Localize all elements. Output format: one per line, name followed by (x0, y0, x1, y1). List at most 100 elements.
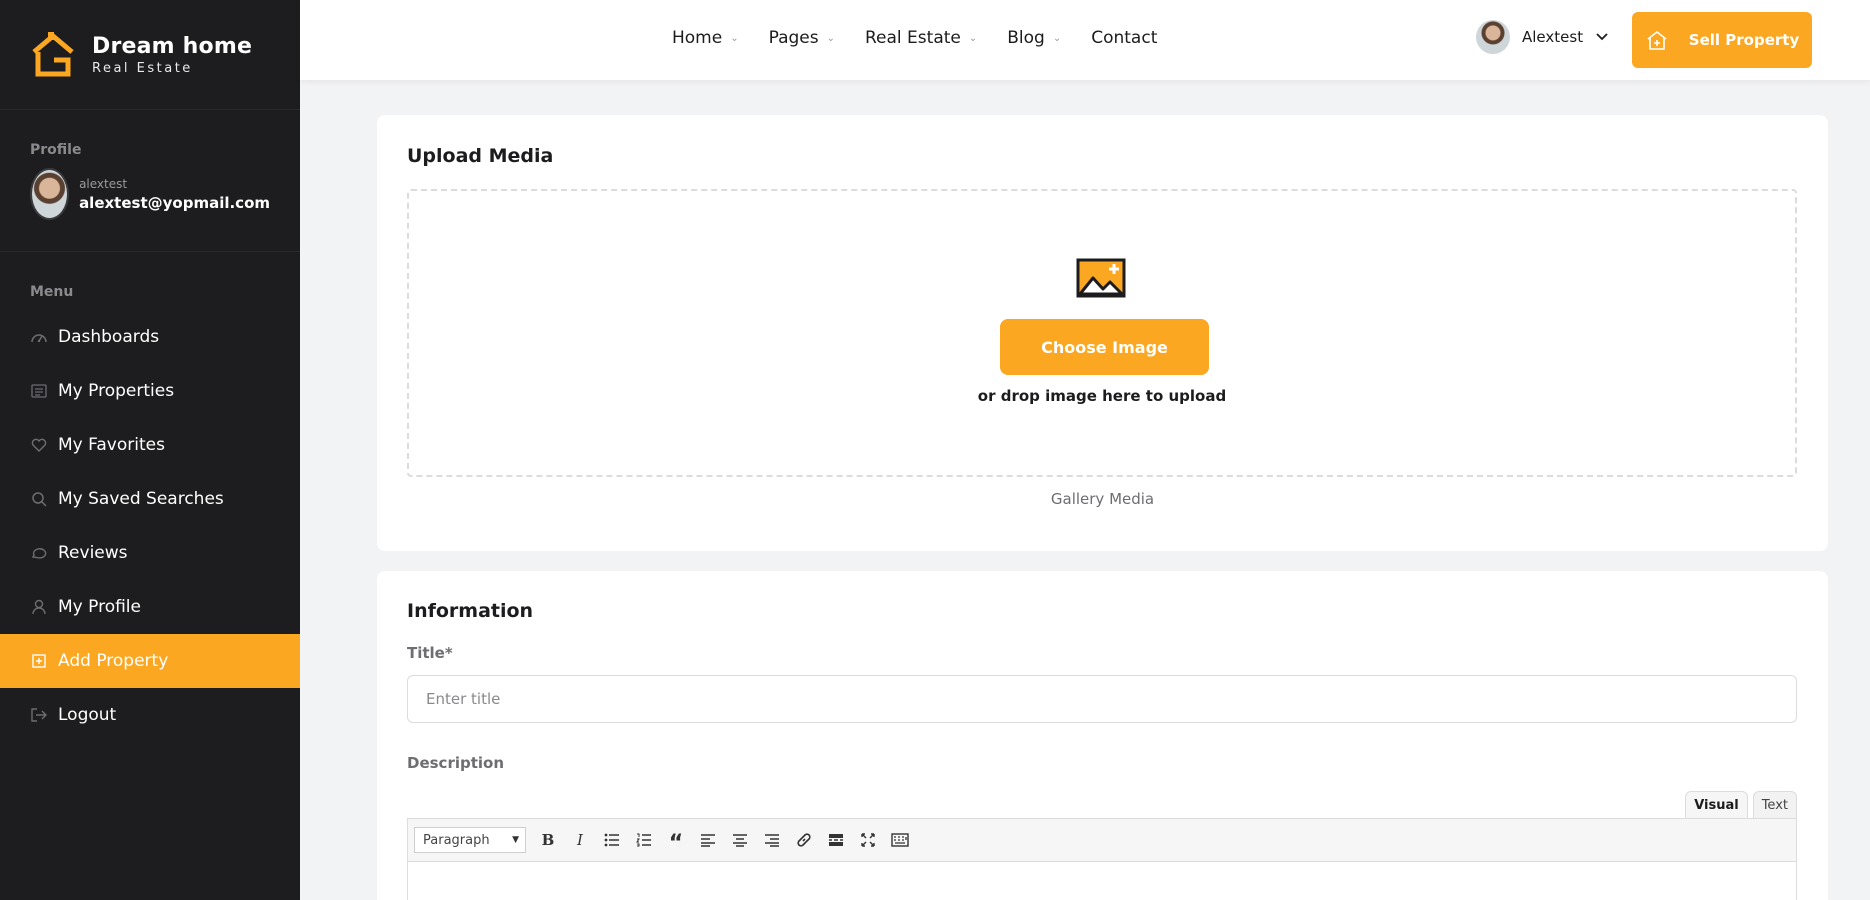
title-input[interactable] (407, 675, 1797, 723)
nav-item-pages[interactable]: Pages ⌄ (769, 28, 835, 48)
top-header: Home ⌄ Pages ⌄ Real Estate ⌄ Blog ⌄ Cont… (300, 0, 1870, 80)
align-center-icon (733, 834, 747, 847)
editor-toolbar: Paragraph ▼ B I “ (407, 818, 1797, 862)
avatar (1476, 20, 1510, 54)
house-plus-icon (1647, 30, 1667, 50)
choose-image-button[interactable]: Choose Image (1000, 319, 1209, 375)
chevron-down-icon: ⌄ (730, 32, 739, 44)
image-dropzone[interactable]: Choose Image or drop image here to uploa… (407, 189, 1797, 477)
profile-email: alextest@yopmail.com (79, 193, 270, 212)
format-select[interactable]: Paragraph ▼ (414, 827, 526, 853)
user-icon (30, 598, 48, 616)
sell-property-label: Sell Property (1688, 31, 1800, 49)
profile-username: alextest (79, 176, 128, 191)
nav-item-real-estate[interactable]: Real Estate ⌄ (865, 28, 977, 48)
keyboard-icon (891, 833, 909, 847)
chevron-down-icon: ⌄ (826, 32, 835, 44)
sidebar-item-label: Dashboards (58, 327, 160, 347)
italic-button[interactable]: I (564, 825, 596, 855)
bold-button[interactable]: B (532, 825, 564, 855)
blockquote-icon: “ (668, 831, 684, 856)
link-icon (797, 833, 811, 847)
brand-tagline: Real Estate (92, 60, 193, 76)
align-right-button[interactable] (756, 825, 788, 855)
sidebar-item-my-favorites[interactable]: My Favorites (0, 418, 300, 472)
sidebar: Dream home Real Estate Profile alextest … (0, 0, 300, 900)
read-more-button[interactable] (820, 825, 852, 855)
sidebar-item-label: My Profile (58, 597, 141, 617)
tab-visual[interactable]: Visual (1685, 791, 1748, 819)
information-card: Information Title* Description Visual Te… (377, 571, 1828, 900)
sidebar-item-label: Logout (58, 705, 117, 725)
chevron-down-icon: ⌄ (1052, 32, 1062, 44)
nav-item-blog[interactable]: Blog ⌄ (1007, 28, 1061, 48)
description-editor[interactable] (407, 862, 1797, 900)
sidebar-profile: Profile alextest alextest@yopmail.com (0, 110, 300, 252)
sidebar-item-my-properties[interactable]: My Properties (0, 364, 300, 418)
align-center-button[interactable] (724, 825, 756, 855)
bullet-list-button[interactable] (596, 825, 628, 855)
brand-name: Dream home (92, 33, 253, 59)
gallery-media-label: Gallery Media (1050, 490, 1155, 508)
sidebar-item-reviews[interactable]: Reviews (0, 526, 300, 580)
editor-tabs: Visual Text (1680, 791, 1797, 819)
dashboard-icon (30, 328, 48, 346)
bold-icon: B (541, 831, 555, 849)
sidebar-item-label: My Favorites (58, 435, 165, 455)
upload-media-card: Upload Media Choose Image or drop image … (377, 115, 1828, 551)
sidebar-item-label: Reviews (58, 543, 128, 563)
main-nav: Home ⌄ Pages ⌄ Real Estate ⌄ Blog ⌄ Cont… (672, 28, 1187, 48)
nav-item-label: Real Estate (865, 28, 961, 48)
profile-section-label: Profile (30, 142, 82, 158)
drop-hint: or drop image here to upload (977, 387, 1227, 405)
blockquote-button[interactable]: “ (660, 825, 692, 855)
sidebar-item-label: Add Property (58, 651, 169, 671)
sidebar-item-label: My Properties (58, 381, 175, 401)
description-field-label: Description (407, 754, 505, 772)
sidebar-item-label: My Saved Searches (58, 489, 224, 509)
brand[interactable]: Dream home Real Estate (0, 0, 300, 110)
toolbar-toggle-button[interactable] (884, 825, 916, 855)
italic-icon: I (577, 831, 583, 849)
tab-text[interactable]: Text (1752, 791, 1797, 819)
nav-item-label: Home (672, 28, 723, 48)
heart-icon (30, 436, 48, 454)
chevron-down-icon: ⌄ (968, 32, 978, 44)
fullscreen-button[interactable] (852, 825, 884, 855)
list-icon (30, 382, 48, 400)
nav-item-label: Contact (1091, 28, 1158, 48)
sidebar-item-my-saved-searches[interactable]: My Saved Searches (0, 472, 300, 526)
sidebar-item-dashboards[interactable]: Dashboards (0, 310, 300, 364)
information-title: Information (407, 600, 534, 622)
nav-item-contact[interactable]: Contact (1091, 28, 1157, 48)
align-right-icon (765, 834, 779, 847)
format-select-value: Paragraph (423, 832, 490, 848)
nav-item-label: Blog (1007, 28, 1045, 48)
sidebar-item-add-property[interactable]: Add Property (0, 634, 300, 688)
nav-item-home[interactable]: Home ⌄ (672, 28, 739, 48)
avatar[interactable] (30, 168, 70, 220)
link-button[interactable] (788, 825, 820, 855)
align-left-button[interactable] (692, 825, 724, 855)
plus-square-icon (30, 652, 48, 670)
sidebar-item-logout[interactable]: Logout (0, 688, 300, 742)
house-logo-icon (32, 31, 74, 76)
numbered-list-button[interactable] (628, 825, 660, 855)
title-field-label: Title* (407, 644, 453, 662)
numbered-list-icon (636, 833, 651, 847)
image-add-icon (1076, 258, 1126, 298)
user-name: Alextest (1522, 28, 1584, 46)
chat-icon (30, 544, 48, 562)
menu-section-label: Menu (30, 284, 74, 300)
align-left-icon (701, 834, 715, 847)
user-menu[interactable]: Alextest (1476, 20, 1609, 54)
sidebar-item-my-profile[interactable]: My Profile (0, 580, 300, 634)
read-more-icon (829, 834, 843, 846)
sell-property-button[interactable]: Sell Property (1632, 12, 1812, 68)
nav-item-label: Pages (768, 28, 819, 48)
logout-icon (30, 706, 48, 724)
bullet-list-icon (604, 833, 619, 847)
caret-down-icon: ▼ (512, 835, 519, 845)
chevron-down-icon (1596, 33, 1608, 41)
upload-media-title: Upload Media (407, 145, 554, 167)
